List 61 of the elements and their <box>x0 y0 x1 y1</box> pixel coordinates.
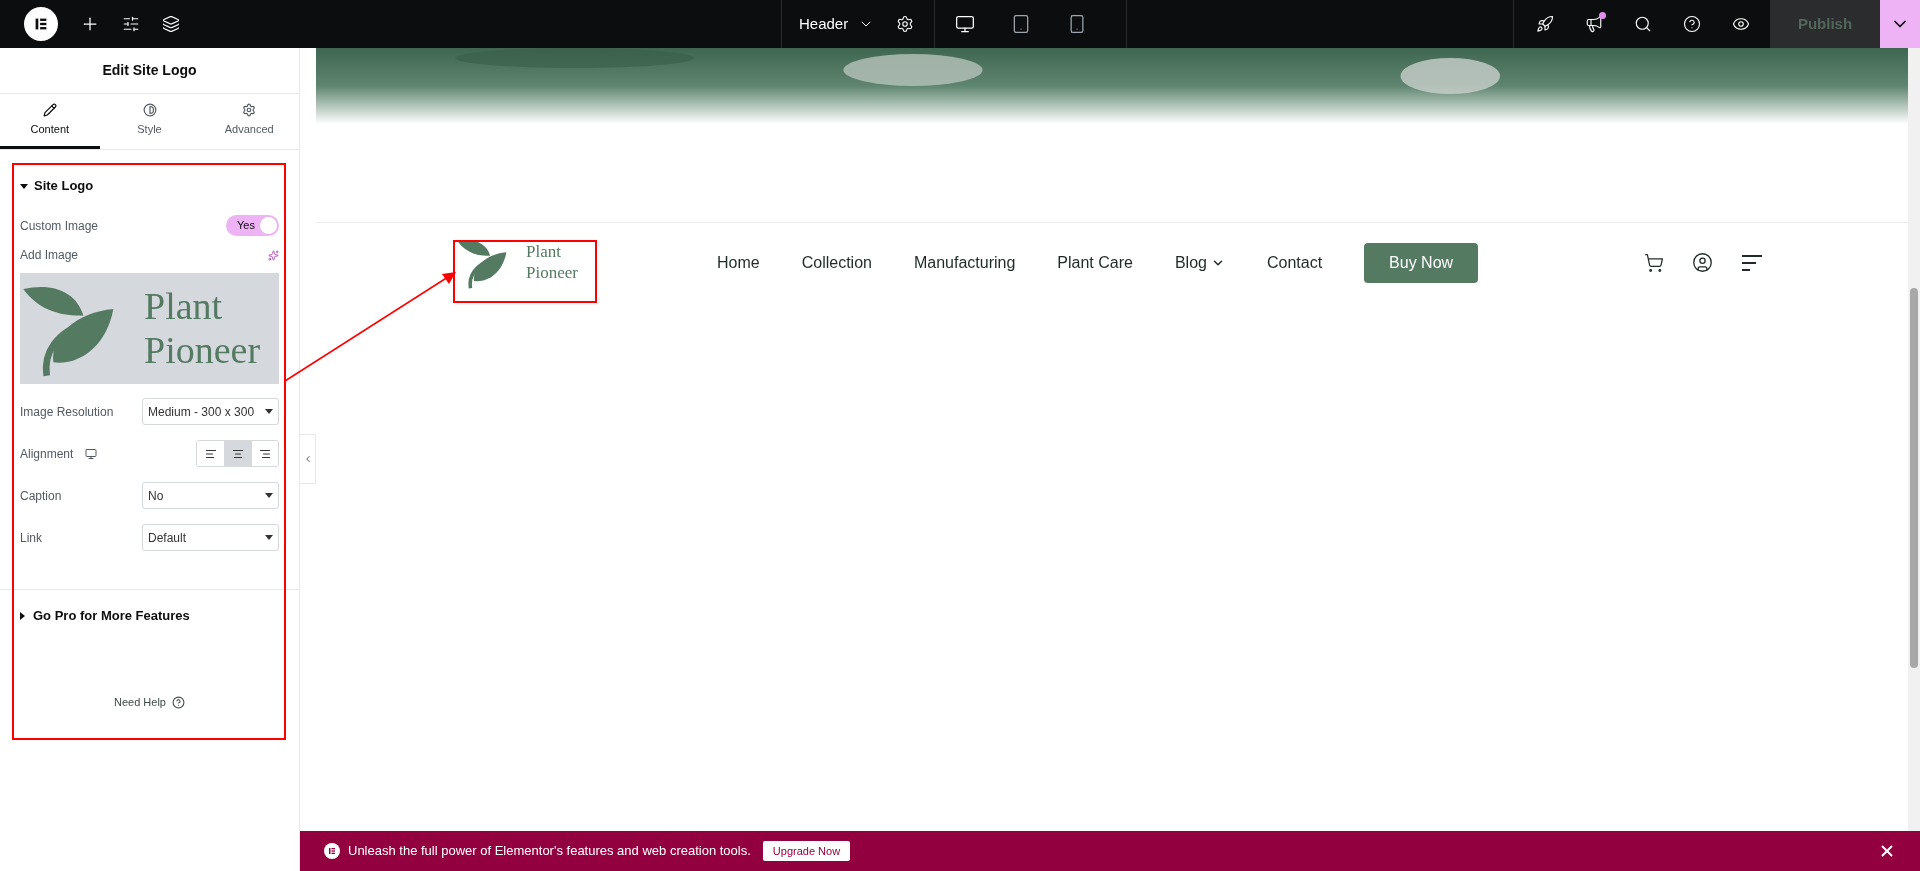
upgrade-now-button[interactable]: Upgrade Now <box>762 841 851 861</box>
nav-link[interactable]: Blog <box>1174 250 1225 275</box>
tablet-view-icon[interactable] <box>1011 14 1031 34</box>
link-select[interactable]: Default <box>142 524 279 551</box>
site-logo[interactable]: Plant Pioneer <box>454 233 596 292</box>
search-icon[interactable] <box>1634 15 1652 33</box>
desktop-icon[interactable] <box>85 447 98 460</box>
settings-icon[interactable] <box>896 15 915 33</box>
section-header[interactable]: Go Pro for More Features <box>20 606 190 626</box>
help-icon[interactable] <box>1683 15 1701 33</box>
logo-text: Pioneer <box>144 328 261 373</box>
help-icon <box>172 695 185 709</box>
logo-text: Plant <box>144 284 224 329</box>
nav-link[interactable]: Plant Care <box>1057 250 1133 275</box>
desktop-view-icon[interactable] <box>955 14 975 34</box>
field-label: Caption <box>20 487 62 505</box>
eye-icon[interactable] <box>1732 15 1750 33</box>
account-icon[interactable] <box>1692 252 1714 273</box>
megaphone-icon[interactable] <box>1585 15 1603 33</box>
caret-icon <box>265 493 273 498</box>
align-right-button[interactable] <box>251 441 278 466</box>
nav-link[interactable]: Manufacturing <box>913 250 1016 275</box>
pencil-icon <box>42 102 57 117</box>
gear-icon <box>242 102 257 117</box>
document-dropdown[interactable]: Header <box>799 12 875 36</box>
nav-link[interactable]: Collection <box>801 250 872 275</box>
caption-select[interactable]: No <box>142 482 279 509</box>
panel-tab[interactable]: Advanced <box>199 94 299 149</box>
logo-text: Plant <box>526 242 562 263</box>
elementor-logo-icon[interactable] <box>24 7 58 41</box>
field-label: Link <box>20 529 42 547</box>
section-header[interactable]: Site Logo <box>20 176 279 196</box>
field-label: Add Image <box>20 247 79 264</box>
field-label: Alignment <box>20 445 74 463</box>
nav-link[interactable]: Contact <box>1266 250 1323 275</box>
need-help-link[interactable]: Need Help <box>114 694 185 711</box>
align-center-icon <box>232 447 244 460</box>
panel-title: Edit Site Logo <box>102 61 197 80</box>
ai-sparkle-icon[interactable] <box>268 249 279 261</box>
nav-link[interactable]: Home <box>717 250 760 275</box>
align-right-icon <box>259 447 271 460</box>
logo-text: Pioneer <box>526 262 578 283</box>
field-label: Custom Image <box>20 217 99 235</box>
align-left-icon <box>204 447 217 460</box>
rocket-icon[interactable] <box>1536 15 1554 33</box>
panel-tab[interactable]: Content <box>0 94 100 149</box>
field-label: Image Resolution <box>20 403 114 421</box>
contrast-icon <box>142 102 157 117</box>
banner-text: Unleash the full power of Elementor's features and web creation tools. <box>348 842 751 861</box>
buy-now-button[interactable]: Buy Now <box>1364 242 1479 283</box>
align-center-button[interactable] <box>224 441 251 466</box>
settings-sliders-icon[interactable] <box>122 15 140 33</box>
elementor-icon <box>324 843 340 859</box>
resolution-select[interactable]: Medium - 300 x 300 <box>142 398 279 425</box>
toggle-switch[interactable]: Yes <box>226 215 279 236</box>
panel-tab[interactable]: Style <box>99 94 200 149</box>
menu-icon[interactable] <box>1741 253 1764 272</box>
caret-icon <box>265 409 273 414</box>
cart-icon[interactable] <box>1644 252 1665 273</box>
caret-icon <box>265 535 273 540</box>
layers-icon[interactable] <box>162 15 180 33</box>
